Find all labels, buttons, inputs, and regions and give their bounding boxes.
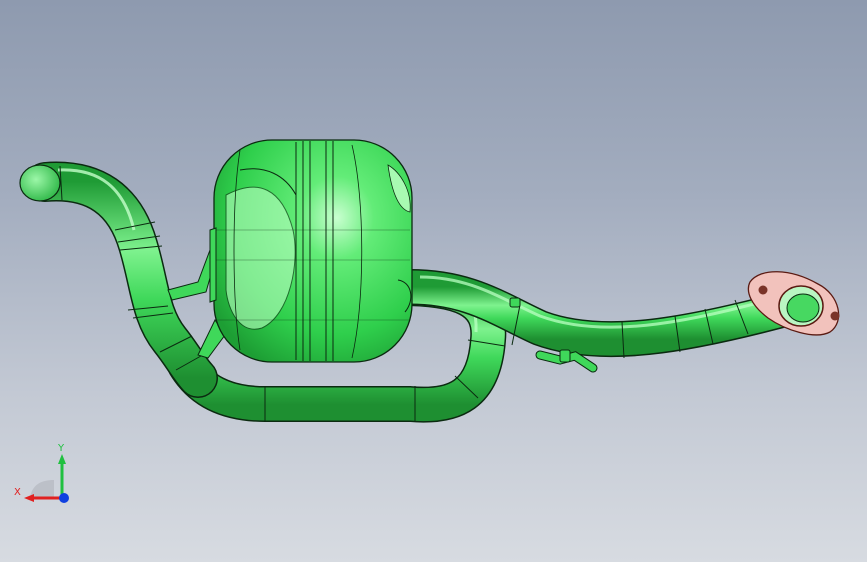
y-axis-label: Y <box>58 443 65 454</box>
axis-triad: Y X <box>12 440 82 510</box>
inlet-pipe[interactable] <box>19 161 218 398</box>
z-axis-dot <box>59 493 69 503</box>
muffler-body[interactable] <box>209 139 413 363</box>
inlet-end-cap <box>19 164 61 202</box>
graphics-viewport[interactable]: Y X <box>0 0 867 562</box>
axis-triad-graphic <box>24 454 69 503</box>
x-axis-label: X <box>14 487 21 498</box>
exhaust-system-model[interactable] <box>0 0 867 562</box>
